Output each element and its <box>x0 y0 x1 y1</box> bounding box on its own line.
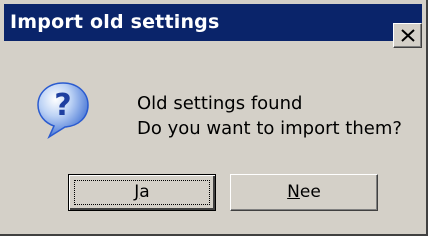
yes-button[interactable]: Ja <box>68 174 216 211</box>
no-button-label: Nee <box>287 182 321 202</box>
dialog-window: Import old settings ? Old settings found… <box>0 0 428 236</box>
close-icon <box>401 29 415 42</box>
title-bar[interactable]: Import old settings <box>4 4 422 48</box>
message-line-1: Old settings found <box>137 93 303 114</box>
yes-button-label: Ja <box>134 182 150 202</box>
question-icon: ? <box>37 82 89 139</box>
close-button[interactable] <box>393 23 422 48</box>
message-text: Old settings found Do you want to import… <box>137 91 402 141</box>
message-line-2: Do you want to import them? <box>137 118 402 139</box>
svg-text:?: ? <box>54 88 71 123</box>
no-button[interactable]: Nee <box>230 174 378 211</box>
window-title: Import old settings <box>10 11 220 33</box>
